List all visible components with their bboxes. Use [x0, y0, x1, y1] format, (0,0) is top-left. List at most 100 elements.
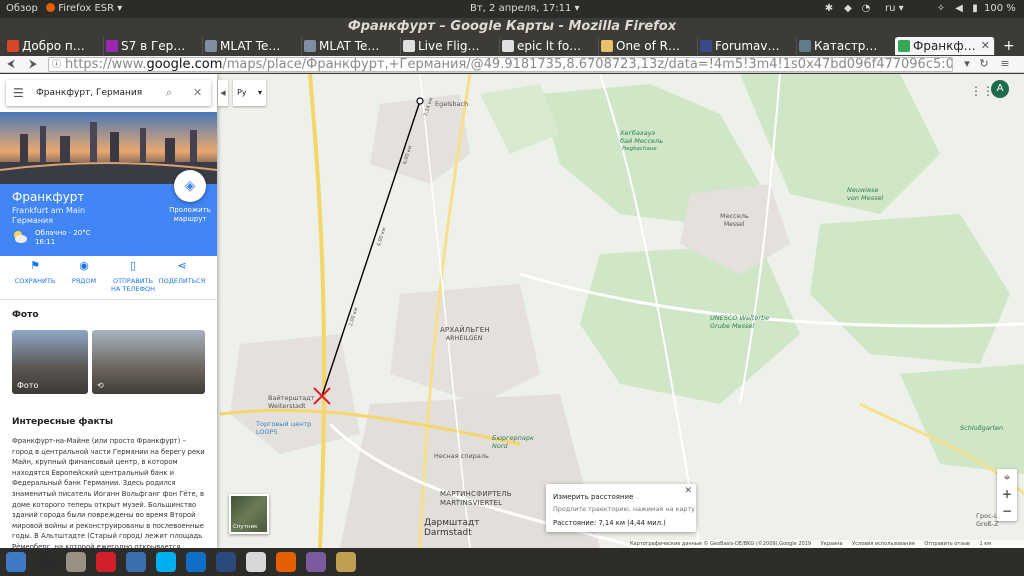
place-label[interactable]: Hegbachaue [622, 146, 657, 152]
search-box: ☰ ⌕ ✕ [6, 80, 211, 106]
accessibility-icon[interactable]: ✱ [823, 3, 835, 15]
zoom-out-button[interactable]: − [997, 503, 1017, 519]
tab-close-icon[interactable]: ✕ [981, 37, 990, 55]
place-label[interactable]: АРХАЙЛЬГЕН [440, 326, 490, 334]
close-icon[interactable]: ✕ [684, 486, 692, 496]
photo-thumbnail[interactable]: Фото [12, 330, 88, 394]
tab[interactable]: MLAT Te… [301, 37, 401, 55]
back-icon[interactable]: ⮜ [4, 57, 18, 71]
region-link[interactable]: Украина [821, 541, 843, 547]
opera-icon[interactable] [96, 552, 116, 572]
place-label[interactable]: UNESCO Welterbe Grube Messel [710, 314, 769, 330]
place-label[interactable]: Грос-Ц Groß-Z [976, 512, 999, 528]
new-tab-button[interactable]: + [1003, 38, 1015, 54]
account-avatar[interactable]: A [991, 80, 1009, 98]
satellite-toggle[interactable]: Спутник [229, 494, 269, 534]
wifi-icon[interactable]: ◔ [860, 3, 872, 15]
place-label[interactable]: Дармштадт Darmstadt [424, 518, 480, 538]
close-icon[interactable]: ✕ [193, 86, 202, 99]
purple-app-icon[interactable] [306, 552, 326, 572]
search-input[interactable] [36, 85, 156, 101]
directions-button[interactable]: ◈ [174, 170, 206, 202]
place-label[interactable]: Торговый центр LOOP5 [256, 420, 311, 436]
files-icon[interactable] [66, 552, 86, 572]
search-icon[interactable]: ⌕ [166, 86, 172, 100]
terminal-icon[interactable] [36, 552, 56, 572]
feedback-link[interactable]: Отправить отзыв [924, 541, 970, 547]
language-indicator[interactable]: ru ▾ [885, 3, 904, 14]
place-label[interactable]: Schloßgarten [960, 424, 1003, 432]
tab[interactable]: Добро п… [4, 37, 104, 55]
action-label: СОХРАНИТЬ [14, 277, 56, 285]
tab-active[interactable]: Франкф… ✕ [895, 37, 995, 55]
app-menu[interactable]: Firefox ESR ▾ [46, 3, 122, 14]
scale-bar[interactable]: 1 км [979, 541, 991, 547]
bluetooth-icon[interactable]: ✧ [935, 3, 947, 15]
mail-icon[interactable] [246, 552, 266, 572]
nearby-button[interactable]: ◉ РЯДОМ [59, 260, 109, 285]
place-label[interactable]: МАРТИНСФИРТЕЛЬ MARTINSVIERTEL [440, 490, 512, 508]
language-select[interactable]: Ру ▾ [233, 80, 266, 106]
facts-text: Франкфурт-на-Майне (или просто Франкфурт… [12, 437, 205, 548]
paint-icon[interactable] [336, 552, 356, 572]
dropbox-icon[interactable]: ◆ [842, 3, 854, 15]
action-label: РЯДОМ [71, 277, 97, 285]
skype-icon[interactable] [156, 552, 176, 572]
directions-icon: ◈ [184, 178, 196, 194]
street-view-thumbnail[interactable]: ⟲ [92, 330, 205, 394]
overview-button[interactable]: Обзор [6, 3, 38, 14]
clock[interactable]: Вт, 2 апреля, 17:11 ▾ [470, 3, 580, 14]
my-location-icon[interactable]: ⌖ [997, 469, 1017, 485]
identity-icon[interactable]: ⓘ [52, 59, 61, 71]
weather-time: 16:11 [35, 238, 56, 246]
window-title: Франкфурт – Google Карты - Mozilla Firef… [0, 18, 1024, 36]
url-dropdown-icon[interactable]: ▾ [960, 57, 974, 71]
tab-label: Катастр… [814, 39, 878, 53]
reload-icon[interactable]: ↻ [977, 57, 991, 71]
place-label[interactable]: Вайтерштадт Weiterstadt [268, 394, 315, 410]
place-label[interactable]: Бюргерпарк Nord [492, 434, 534, 450]
app-blue-icon[interactable] [126, 552, 146, 572]
shield-app-icon[interactable] [216, 552, 236, 572]
tab[interactable]: epic lt fo… [499, 37, 599, 55]
tab[interactable]: MLAT Te… [202, 37, 302, 55]
battery-icon[interactable]: ▮ [969, 3, 981, 15]
terms-link[interactable]: Условия использования [852, 541, 915, 547]
map-attribution: Картографические данные © GeoBasis-DE/BK… [630, 540, 1024, 548]
volume-icon[interactable]: ◀ [953, 3, 965, 15]
place-label[interactable]: Messel [724, 221, 744, 228]
nav-bar: ⮜ ⮞ ⓘ https://www.google.com/maps/place/… [0, 56, 1024, 73]
bookmark-icon: ⚑ [30, 259, 40, 272]
hamburger-menu-icon[interactable]: ☰ [13, 86, 24, 100]
place-label[interactable]: Neuwiese von Messel [847, 186, 883, 202]
zoom-in-button[interactable]: + [997, 486, 1017, 502]
tab[interactable]: S7 в Гер… [103, 37, 203, 55]
taskbar [0, 548, 1024, 576]
place-card: Франкфурт Frankfurt am Main Германия Обл… [0, 170, 217, 256]
url-bar[interactable]: ⓘ https://www.google.com/maps/place/Фран… [48, 57, 953, 72]
place-label[interactable]: Хегбахауэ бай Мессель [620, 129, 663, 145]
zoom-controls: ⌖ + − [997, 469, 1017, 521]
tab[interactable]: Live Flig… [400, 37, 500, 55]
place-label[interactable]: Мессель [720, 212, 749, 220]
place-label[interactable]: Egelsbach [435, 100, 468, 108]
firefox-icon[interactable] [276, 552, 296, 572]
ubuntu-launcher-icon[interactable] [6, 552, 26, 572]
tab[interactable]: One of R… [598, 37, 698, 55]
share-button[interactable]: ⋖ ПОДЕЛИТЬСЯ [157, 260, 207, 285]
url-path: /maps/place/Франкфурт,+Германия/@49.9181… [222, 57, 953, 72]
firefox-small-icon [46, 3, 55, 12]
collapse-panel-button[interactable]: ◀ [218, 80, 228, 106]
tab[interactable]: Катастр… [796, 37, 896, 55]
forward-icon[interactable]: ⮞ [26, 57, 40, 71]
place-label[interactable]: Несная спираль [434, 452, 489, 460]
menu-icon[interactable]: ≡ [998, 57, 1012, 71]
map-view[interactable]: 7,14 км 6,00 км 4,00 км 2,00 км Egelsbac… [0, 74, 1024, 548]
send-to-phone-button[interactable]: ▯ ОТПРАВИТЬ НА ТЕЛЕФОН [108, 260, 158, 293]
tab[interactable]: Forumav… [697, 37, 797, 55]
satellite-label: Спутник [233, 524, 258, 530]
save-button[interactable]: ⚑ СОХРАНИТЬ [10, 259, 60, 285]
teamviewer-icon[interactable] [186, 552, 206, 572]
directions-label[interactable]: Проложить маршрут [166, 206, 214, 224]
place-label[interactable]: ARHEILGEN [446, 335, 482, 342]
